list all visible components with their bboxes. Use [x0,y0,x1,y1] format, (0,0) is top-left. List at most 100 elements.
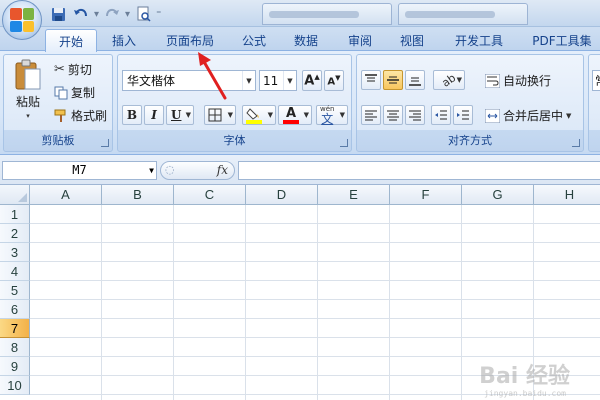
phonetic-button[interactable]: wén 文 ▼ [316,105,348,125]
alignment-launcher-icon[interactable] [572,139,580,147]
column-header-d[interactable]: D [246,185,318,205]
align-middle-button[interactable] [383,70,403,90]
copy-button[interactable]: 复制 [54,84,95,101]
shrink-font-icon: A▼ [327,73,341,88]
phonetic-label: 文 [321,111,334,126]
redo-icon[interactable] [102,5,122,23]
merge-center-icon [485,108,500,123]
row-header-5[interactable]: 5 [0,281,30,300]
clipboard-icon [15,59,41,90]
column-header-b[interactable]: B [102,185,174,205]
tab-page-layout[interactable]: 页面布局 [155,29,225,51]
formula-input[interactable] [238,161,600,180]
clipboard-group-label: 剪贴板 [41,134,75,147]
orientation-button[interactable]: ab ▼ [433,70,465,90]
row-header-2[interactable]: 2 [0,224,30,243]
phonetic-dropdown-icon: ▼ [339,111,345,119]
decrease-font-size-button[interactable]: A▼ [324,70,344,91]
number-format-select[interactable]: 常 [592,70,600,91]
align-center-button[interactable] [383,105,403,125]
title-bar: ▾ ▾ ⁼ [0,0,600,40]
redo-dropdown-icon[interactable]: ▾ [125,9,130,20]
row-header-4[interactable]: 4 [0,262,30,281]
formula-bar-grip-icon: ◌ [165,163,175,176]
office-button[interactable] [2,0,42,40]
bold-label: B [126,108,138,122]
tab-pdf-tools[interactable]: PDF工具集 [524,29,600,51]
undo-dropdown-icon[interactable]: ▾ [94,9,99,20]
ribbon-tabs: 开始 插入 页面布局 公式 数据 审阅 视图 开发工具 PDF工具集 [0,27,600,52]
tab-developer[interactable]: 开发工具 [444,29,514,51]
tab-view[interactable]: 视图 [390,29,434,51]
column-header-c[interactable]: C [174,185,246,205]
name-box[interactable]: M7 ▼ [2,161,157,180]
row-header-10[interactable]: 10 [0,376,30,395]
row-header-1[interactable]: 1 [0,205,30,224]
quick-access-toolbar: ▾ ▾ ⁼ [48,4,161,24]
column-header-a[interactable]: A [30,185,102,205]
bold-button[interactable]: B [122,105,142,125]
font-launcher-icon[interactable] [340,139,348,147]
print-preview-icon[interactable] [133,5,153,23]
font-name-value: 华文楷体 [127,74,176,88]
font-size-select[interactable]: 11 ▼ [259,70,297,91]
save-icon[interactable] [48,5,68,23]
column-header-e[interactable]: E [318,185,390,205]
column-header-h[interactable]: H [534,185,600,205]
align-right-button[interactable] [405,105,425,125]
clipboard-launcher-icon[interactable] [101,139,109,147]
align-top-button[interactable] [361,70,381,90]
select-all-corner[interactable] [0,185,30,205]
scissors-icon: ✂ [54,62,65,77]
tab-home[interactable]: 开始 [45,29,97,52]
row-header-7[interactable]: 7 [0,319,30,338]
alignment-group-label: 对齐方式 [448,134,492,147]
borders-button[interactable]: ▼ [204,105,236,125]
tab-review[interactable]: 审阅 [338,29,382,51]
row-header-6[interactable]: 6 [0,300,30,319]
font-size-value: 11 [263,73,279,88]
worksheet-grid: A B C D E F G H 1 2 3 4 5 6 7 8 9 10 Bai… [0,185,600,400]
italic-button[interactable]: I [144,105,164,125]
merge-center-dropdown-icon: ▼ [566,111,572,120]
row-header-3[interactable]: 3 [0,243,30,262]
orientation-dropdown-icon: ▼ [456,76,462,84]
cut-button[interactable]: ✂ 剪切 [54,61,92,78]
underline-label: U [171,108,182,122]
paste-button[interactable]: 粘贴 ▾ [10,59,46,120]
column-header-g[interactable]: G [462,185,534,205]
paste-dropdown-icon: ▾ [26,112,30,120]
font-color-button[interactable]: A ▼ [278,105,312,125]
row-header-9[interactable]: 9 [0,357,30,376]
increase-indent-button[interactable] [453,105,473,125]
font-color-label: A [285,105,297,121]
copy-icon [54,86,68,99]
customize-toolbar-icon[interactable]: ⁼ [156,9,161,20]
merge-center-button[interactable]: 合并后居中 ▼ [485,107,571,124]
increase-font-size-button[interactable]: A▲ [302,70,322,91]
tab-formulas[interactable]: 公式 [232,29,276,51]
font-group-label: 字体 [223,134,246,147]
tab-data[interactable]: 数据 [284,29,328,51]
insert-function-button[interactable]: fx [217,163,228,177]
tab-insert[interactable]: 插入 [100,29,148,51]
format-painter-button[interactable]: 格式刷 [54,107,107,124]
fill-color-button[interactable]: ▼ [242,105,276,125]
name-box-dropdown-icon[interactable]: ▼ [149,162,154,179]
underline-button[interactable]: U ▼ [166,105,194,125]
align-left-button[interactable] [361,105,381,125]
undo-icon[interactable] [71,5,91,23]
font-name-select[interactable]: 华文楷体 ▼ [122,70,256,91]
cut-label: 剪切 [67,63,92,77]
alignment-group: ab ▼ 自动换行 合并后居中 ▼ 对齐方式 [356,54,584,152]
window-tab-1[interactable] [262,3,392,25]
wrap-text-button[interactable]: 自动换行 [485,72,551,89]
row-header-8[interactable]: 8 [0,338,30,357]
window-tab-2[interactable] [398,3,528,25]
align-middle-icon [387,76,399,84]
decrease-indent-button[interactable] [431,105,451,125]
align-bottom-button[interactable] [405,70,425,90]
increase-indent-icon [457,110,469,120]
watermark-url: jingyan.baidu.com [484,389,566,398]
column-header-f[interactable]: F [390,185,462,205]
